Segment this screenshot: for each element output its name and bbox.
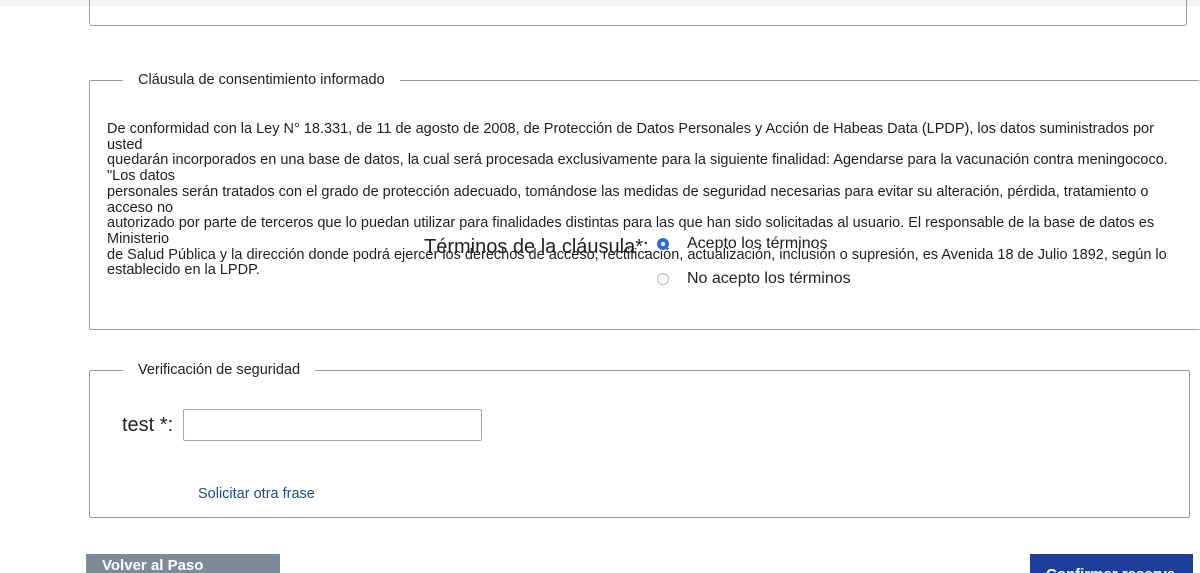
- confirm-reservation-button[interactable]: Confirmar reserva: [1030, 554, 1193, 573]
- accept-terms-radio[interactable]: [657, 238, 669, 250]
- accept-terms-option[interactable]: Acepto los términos: [657, 235, 828, 253]
- security-section-legend: Verificación de seguridad: [138, 362, 301, 378]
- consent-section-legend: Cláusula de consentimiento informado: [138, 72, 385, 88]
- consent-text-line: quedarán incorporados en una base de dat…: [107, 152, 1168, 185]
- terms-label: Términos de la cláusula*:: [424, 236, 649, 258]
- reject-terms-label[interactable]: No acepto los términos: [687, 270, 851, 288]
- consent-text-line: De conformidad con la Ley N° 18.331, de …: [107, 121, 1154, 153]
- consent-section: Cláusula de consentimiento informado De …: [89, 72, 1200, 330]
- reservation-form-page: Cláusula de consentimiento informado De …: [0, 0, 1200, 573]
- reject-terms-radio[interactable]: [657, 273, 669, 285]
- previous-step-button[interactable]: Volver al Paso Anterior: [86, 554, 280, 573]
- request-new-phrase-link[interactable]: Solicitar otra frase: [198, 486, 315, 502]
- accept-terms-label[interactable]: Acepto los términos: [687, 235, 828, 253]
- consent-text-line: personales serán tratados con el grado d…: [107, 183, 1149, 216]
- reject-terms-option[interactable]: No acepto los términos: [657, 270, 851, 288]
- previous-section-box: [89, 0, 1187, 26]
- consent-text-line: establecido en la LPDP.: [107, 262, 260, 279]
- test-input[interactable]: [183, 409, 482, 441]
- test-field-label: test *:: [122, 414, 174, 436]
- security-verification-section: Verificación de seguridad test *: Solici…: [89, 362, 1190, 518]
